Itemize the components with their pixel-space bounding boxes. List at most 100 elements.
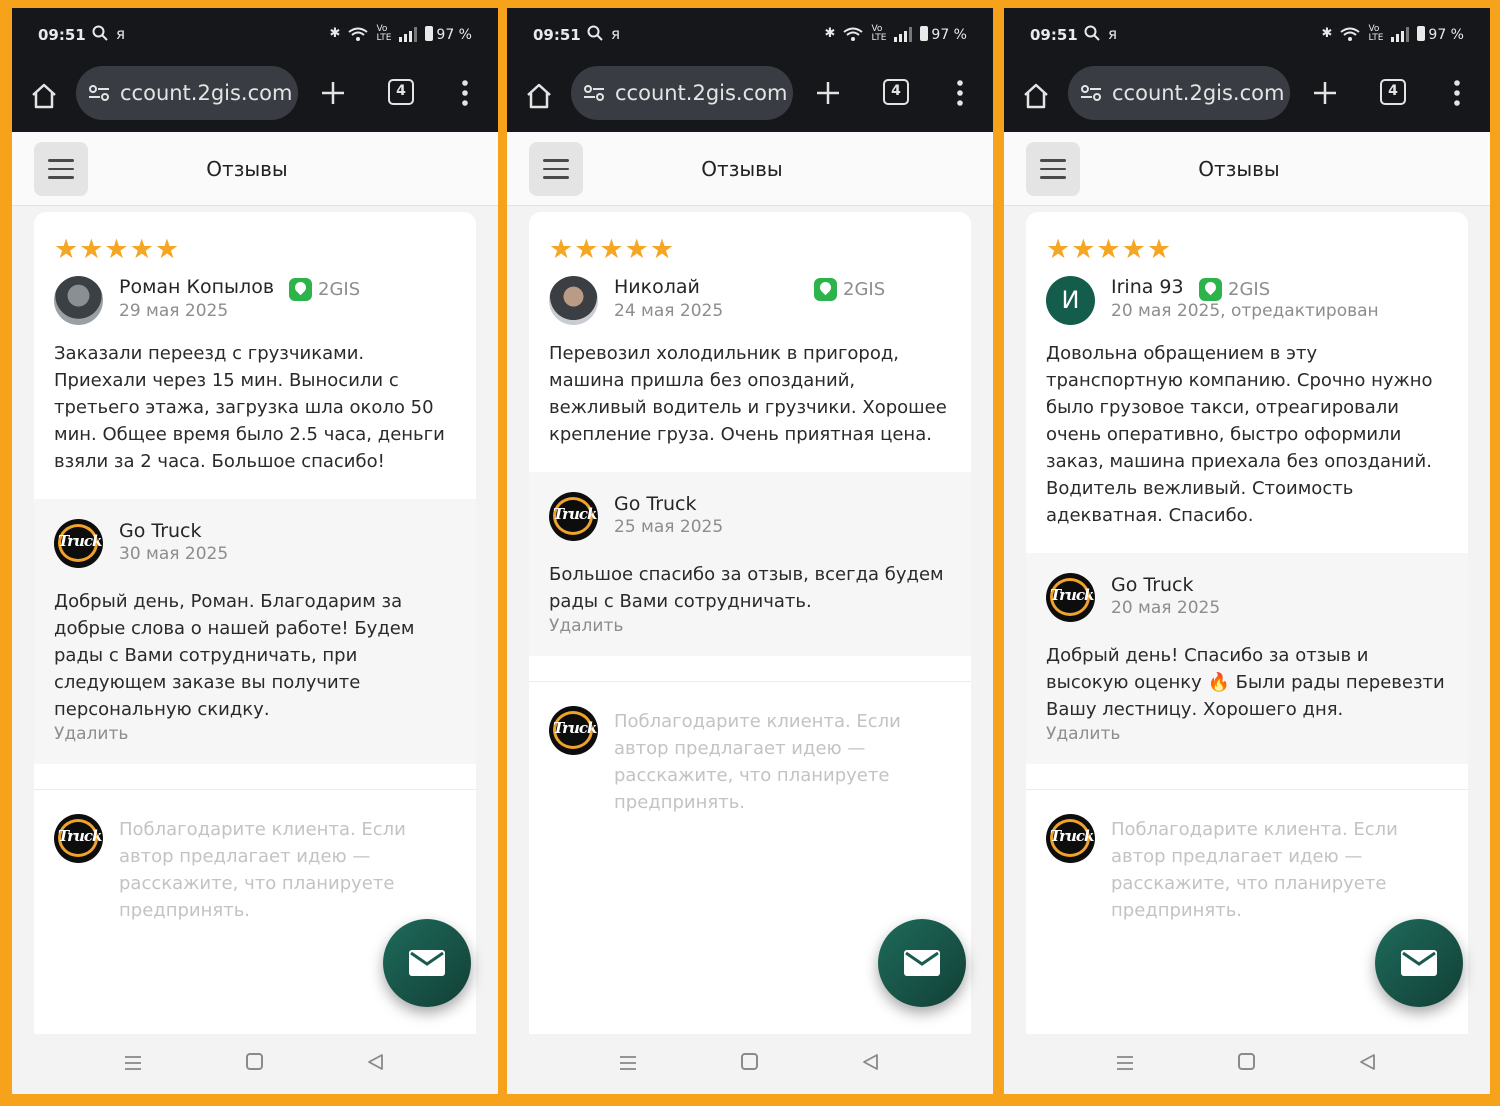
status-bar: 09:51 я ✱ Vo LTE 97 % bbox=[507, 8, 993, 60]
page-title: Отзывы bbox=[206, 157, 288, 181]
review-card: ★★★★★ Роман Копылов 29 мая 2025 2GIS Зак… bbox=[34, 212, 476, 1034]
message-fab-button[interactable] bbox=[878, 919, 966, 1007]
status-time: 09:51 bbox=[533, 26, 581, 44]
tabs-count-button[interactable]: 4 bbox=[1380, 79, 1406, 105]
more-menu-icon[interactable] bbox=[460, 78, 470, 108]
2gis-icon bbox=[1199, 278, 1222, 301]
status-indicators: ✱ Vo LTE 97 % bbox=[330, 25, 472, 43]
page-title: Отзывы bbox=[1198, 157, 1280, 181]
search-icon bbox=[587, 25, 603, 41]
message-fab-button[interactable] bbox=[1375, 919, 1463, 1007]
review-text: Заказали переезд с грузчиками. Приехали … bbox=[54, 343, 445, 472]
new-tab-icon[interactable] bbox=[318, 78, 348, 108]
delete-answer-link[interactable]: Удалить bbox=[54, 724, 456, 744]
site-settings-icon[interactable] bbox=[583, 82, 605, 104]
answer-text: Большое спасибо за отзыв, всегда будем р… bbox=[549, 564, 944, 612]
reply-form: Truck Поблагодарите клиента. Если автор … bbox=[34, 790, 476, 924]
system-nav-bar bbox=[507, 1034, 993, 1094]
mail-icon bbox=[904, 950, 940, 976]
wifi-icon bbox=[1340, 27, 1361, 41]
battery-status: 97 % bbox=[1417, 25, 1464, 43]
review-author-row: Николай 24 мая 2025 2GIS bbox=[549, 270, 951, 326]
address-bar[interactable]: ccount.2gis.com bbox=[1068, 66, 1290, 120]
tabs-count-button[interactable]: 4 bbox=[388, 79, 414, 105]
reply-form: Truck Поблагодарите клиента. Если автор … bbox=[529, 682, 971, 816]
site-settings-icon[interactable] bbox=[88, 82, 110, 104]
reply-input[interactable]: Поблагодарите клиента. Если автор предла… bbox=[1111, 816, 1448, 924]
home-icon[interactable] bbox=[28, 80, 60, 112]
delete-answer-link[interactable]: Удалить bbox=[1046, 724, 1448, 744]
company-logo: Truck bbox=[54, 814, 103, 863]
tabs-count-button[interactable]: 4 bbox=[883, 79, 909, 105]
new-tab-icon[interactable] bbox=[813, 78, 843, 108]
page-title: Отзывы bbox=[701, 157, 783, 181]
browser-toolbar: ccount.2gis.com 4 bbox=[507, 60, 993, 132]
home-icon[interactable] bbox=[1020, 80, 1052, 112]
phone-screen-1: 09:51 я ✱ Vo LTE 97 % ccount.2gis.com 4 О… bbox=[12, 8, 498, 1094]
phone-screen-2: 09:51 я ✱ Vo LTE 97 % ccount.2gis.com 4 О… bbox=[507, 8, 993, 1094]
company-name: Go Truck bbox=[614, 493, 697, 515]
reply-input[interactable]: Поблагодарите клиента. Если автор предла… bbox=[119, 816, 456, 924]
home-icon[interactable] bbox=[523, 80, 555, 112]
back-icon[interactable] bbox=[1358, 1053, 1376, 1071]
divider bbox=[34, 764, 476, 790]
mail-icon bbox=[409, 950, 445, 976]
status-bar: 09:51 я ✱ Vo LTE 97 % bbox=[1004, 8, 1490, 60]
page-header: Отзывы bbox=[12, 132, 498, 206]
volte-icon: Vo LTE bbox=[1368, 24, 1384, 43]
system-nav-bar bbox=[1004, 1034, 1490, 1094]
source-badge: 2GIS bbox=[289, 278, 360, 301]
wifi-icon bbox=[843, 27, 864, 41]
divider bbox=[529, 656, 971, 682]
company-answer: Truck Go Truck 20 мая 2025 Добрый день! … bbox=[1026, 553, 1468, 764]
rating-stars: ★★★★★ bbox=[549, 234, 676, 265]
2gis-icon bbox=[289, 278, 312, 301]
more-menu-icon[interactable] bbox=[1452, 78, 1462, 108]
address-bar[interactable]: ccount.2gis.com bbox=[571, 66, 793, 120]
wifi-icon bbox=[348, 27, 369, 41]
home-nav-icon[interactable] bbox=[246, 1053, 263, 1070]
answer-date: 20 мая 2025 bbox=[1111, 598, 1221, 618]
review-card: ★★★★★ И Irina 93 20 мая 2025, отредактир… bbox=[1026, 212, 1468, 1034]
delete-answer-link[interactable]: Удалить bbox=[549, 616, 951, 636]
recent-apps-icon[interactable] bbox=[124, 1055, 142, 1071]
home-nav-icon[interactable] bbox=[741, 1053, 758, 1070]
search-icon bbox=[1084, 25, 1100, 41]
company-logo: Truck bbox=[1046, 573, 1095, 622]
avatar bbox=[549, 276, 598, 325]
reply-input[interactable]: Поблагодарите клиента. Если автор предла… bbox=[614, 708, 951, 816]
review: ★★★★★ Роман Копылов 29 мая 2025 2GIS Зак… bbox=[34, 212, 476, 475]
browser-toolbar: ccount.2gis.com 4 bbox=[12, 60, 498, 132]
volte-icon: Vo LTE bbox=[376, 24, 392, 43]
address-bar[interactable]: ccount.2gis.com bbox=[76, 66, 298, 120]
volte-icon: Vo LTE bbox=[871, 24, 887, 43]
signal-icon bbox=[894, 26, 913, 42]
battery-level: 97 % bbox=[436, 26, 472, 43]
status-time: 09:51 bbox=[1030, 26, 1078, 44]
review-date: 24 мая 2025 bbox=[614, 301, 724, 321]
site-settings-icon[interactable] bbox=[1080, 82, 1102, 104]
rating-stars: ★★★★★ bbox=[1046, 234, 1173, 265]
battery-level: 97 % bbox=[1428, 26, 1464, 43]
review-text: Довольна обращением в эту транспортную к… bbox=[1046, 343, 1433, 526]
back-icon[interactable] bbox=[861, 1053, 879, 1071]
company-logo: Truck bbox=[54, 519, 103, 568]
company-name: Go Truck bbox=[119, 520, 202, 542]
company-logo: Truck bbox=[1046, 814, 1095, 863]
review-author-row: И Irina 93 20 мая 2025, отредактирован 2… bbox=[1046, 270, 1448, 326]
back-icon[interactable] bbox=[366, 1053, 384, 1071]
home-nav-icon[interactable] bbox=[1238, 1053, 1255, 1070]
new-tab-icon[interactable] bbox=[1310, 78, 1340, 108]
message-fab-button[interactable] bbox=[383, 919, 471, 1007]
battery-icon bbox=[920, 25, 929, 41]
more-menu-icon[interactable] bbox=[955, 78, 965, 108]
rating-stars: ★★★★★ bbox=[54, 234, 181, 265]
review: ★★★★★ И Irina 93 20 мая 2025, отредактир… bbox=[1026, 212, 1468, 529]
signal-icon bbox=[1391, 26, 1410, 42]
browser-toolbar: ccount.2gis.com 4 bbox=[1004, 60, 1490, 132]
recent-apps-icon[interactable] bbox=[619, 1055, 637, 1071]
recent-apps-icon[interactable] bbox=[1116, 1055, 1134, 1071]
author-name: Irina 93 bbox=[1111, 276, 1184, 298]
author-name: Роман Копылов bbox=[119, 276, 275, 298]
url-text: ccount.2gis.com bbox=[1112, 81, 1285, 105]
